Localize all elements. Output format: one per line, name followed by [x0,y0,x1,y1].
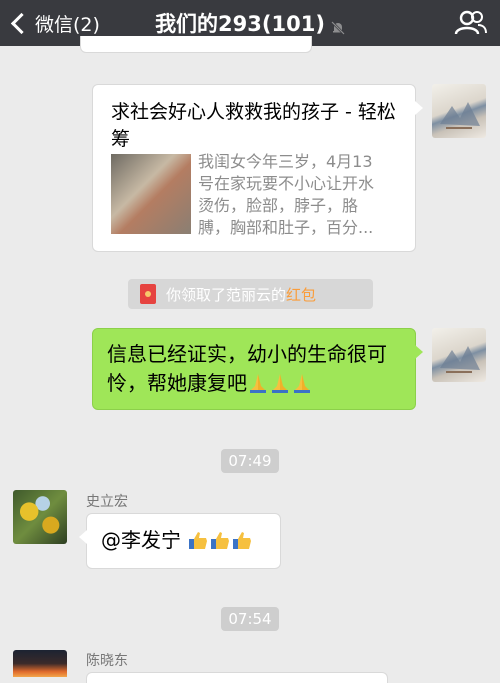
sender-name: 史立宏 [86,494,128,510]
self-avatar[interactable] [432,328,486,382]
received-text-message[interactable]: @李发宁 [79,513,281,569]
sender-name: 陈晓东 [86,653,128,669]
group-icon[interactable] [454,9,488,37]
self-avatar[interactable] [432,84,486,138]
praying-hands-icon [247,371,313,395]
previous-message-bubble[interactable] [80,36,312,53]
self-text-message[interactable]: 信息已经证实，幼小的生命很可怜，帮她康复吧 [92,328,423,410]
sender-avatar-shi[interactable] [13,490,67,544]
sender-avatar-chen[interactable] [13,650,67,677]
chat-title: 我们的293(101) [155,12,325,36]
bell-off-icon [331,16,345,35]
timestamp: 07:49 [221,449,279,473]
red-packet-icon [140,284,156,304]
timestamp: 07:54 [221,607,279,631]
redpacket-link[interactable]: 红包 [286,284,316,305]
link-card-title: 求社会好心人救救我的孩子 - 轻松筹 [111,101,396,150]
link-card-description: 我闺女今年三岁，4月13号在家玩要不小心让开水烫伤，脸部，脖子，胳膊，胸部和肚子… [198,152,375,237]
redpacket-notice: 你领取了范丽云的 红包 [128,279,373,309]
link-card-thumbnail [111,154,191,234]
redpacket-notice-text: 你领取了范丽云的 [166,285,287,304]
thumbs-up-icon [187,528,253,552]
received-text-message[interactable] [86,672,388,683]
link-card-message[interactable]: 求社会好心人救救我的孩子 - 轻松筹 我闺女今年三岁，4月13号在家玩要不小心让… [92,84,423,252]
received-message-text: @李发宁 [101,528,181,552]
